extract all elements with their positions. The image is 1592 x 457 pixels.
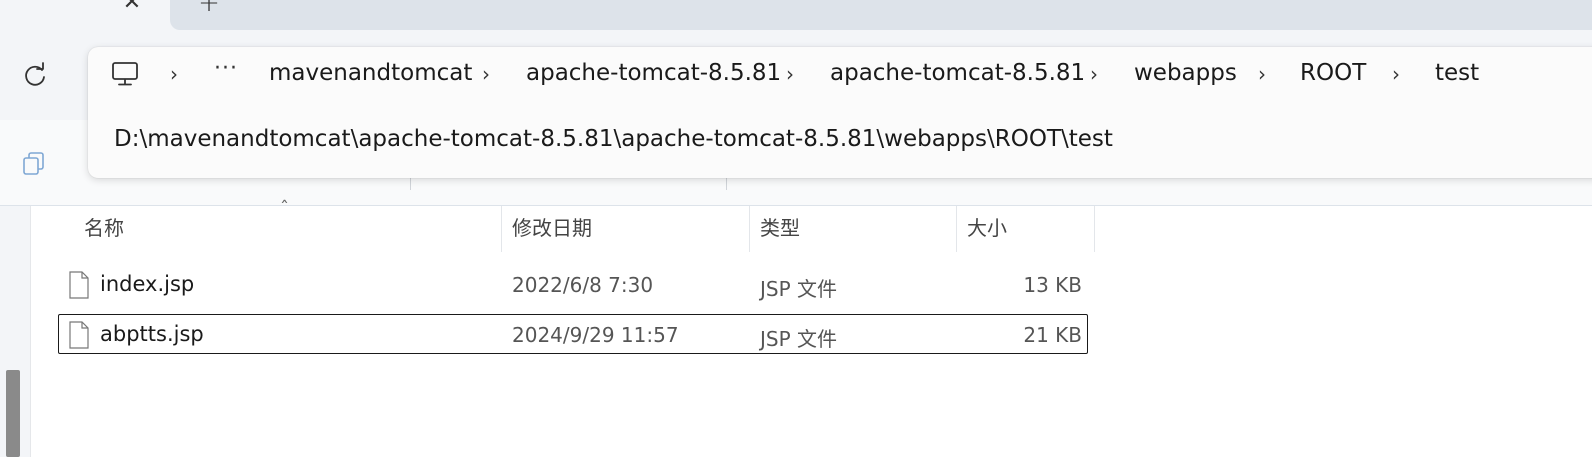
column-divider[interactable] — [501, 206, 502, 252]
column-header-name[interactable]: 名称 — [84, 212, 124, 241]
refresh-icon[interactable] — [20, 61, 50, 91]
breadcrumb-separator[interactable]: › — [1392, 62, 1400, 86]
column-header-type[interactable]: 类型 — [760, 212, 800, 241]
address-dropdown-suggestion[interactable]: D:\mavenandtomcat\apache-tomcat-8.5.81\a… — [114, 126, 1113, 152]
file-size: 13 KB — [1023, 273, 1082, 297]
column-divider[interactable] — [749, 206, 750, 252]
file-name[interactable]: index.jsp — [100, 272, 194, 296]
tab-strip: ✕ + — [0, 0, 1592, 30]
close-tab-icon[interactable]: ✕ — [118, 0, 146, 20]
toolbar-divider — [410, 178, 411, 190]
file-modified: 2024/9/29 11:57 — [512, 323, 679, 347]
breadcrumb-separator[interactable]: › — [1090, 62, 1098, 86]
breadcrumb-item[interactable]: ROOT — [1300, 60, 1366, 86]
file-name[interactable]: abptts.jsp — [100, 322, 204, 346]
file-type: JSP 文件 — [760, 327, 838, 351]
column-header-modified[interactable]: 修改日期 — [512, 212, 592, 241]
column-divider[interactable] — [956, 206, 957, 252]
copy-icon[interactable] — [20, 150, 48, 178]
breadcrumb-item[interactable]: webapps — [1134, 60, 1237, 86]
breadcrumb-item[interactable]: mavenandtomcat — [269, 60, 472, 86]
file-icon — [69, 321, 89, 349]
breadcrumb-separator[interactable]: › — [786, 62, 794, 86]
breadcrumb-item[interactable]: apache-tomcat-8.5.81 — [526, 60, 781, 86]
breadcrumb-item[interactable]: test — [1435, 60, 1479, 86]
computer-icon[interactable] — [110, 59, 140, 89]
breadcrumb-separator[interactable]: › — [1258, 62, 1266, 86]
breadcrumb-separator[interactable]: › — [482, 62, 490, 86]
file-type: JSP 文件 — [760, 277, 838, 301]
file-modified: 2022/6/8 7:30 — [512, 273, 654, 297]
breadcrumb-item[interactable]: apache-tomcat-8.5.81 — [830, 60, 1085, 86]
column-divider[interactable] — [1094, 206, 1095, 252]
inactive-tab-area[interactable] — [170, 0, 1592, 30]
new-tab-button[interactable]: + — [194, 0, 224, 20]
toolbar-divider — [726, 178, 727, 190]
file-size: 21 KB — [1023, 323, 1082, 347]
column-header-size[interactable]: 大小 — [967, 212, 1007, 241]
breadcrumb-overflow-button[interactable]: ··· — [214, 56, 238, 81]
sort-ascending-icon: ˆ — [280, 198, 289, 219]
file-icon — [69, 271, 89, 299]
navigation-pane-scrollbar[interactable] — [6, 370, 20, 457]
breadcrumb-separator[interactable]: › — [170, 62, 178, 86]
